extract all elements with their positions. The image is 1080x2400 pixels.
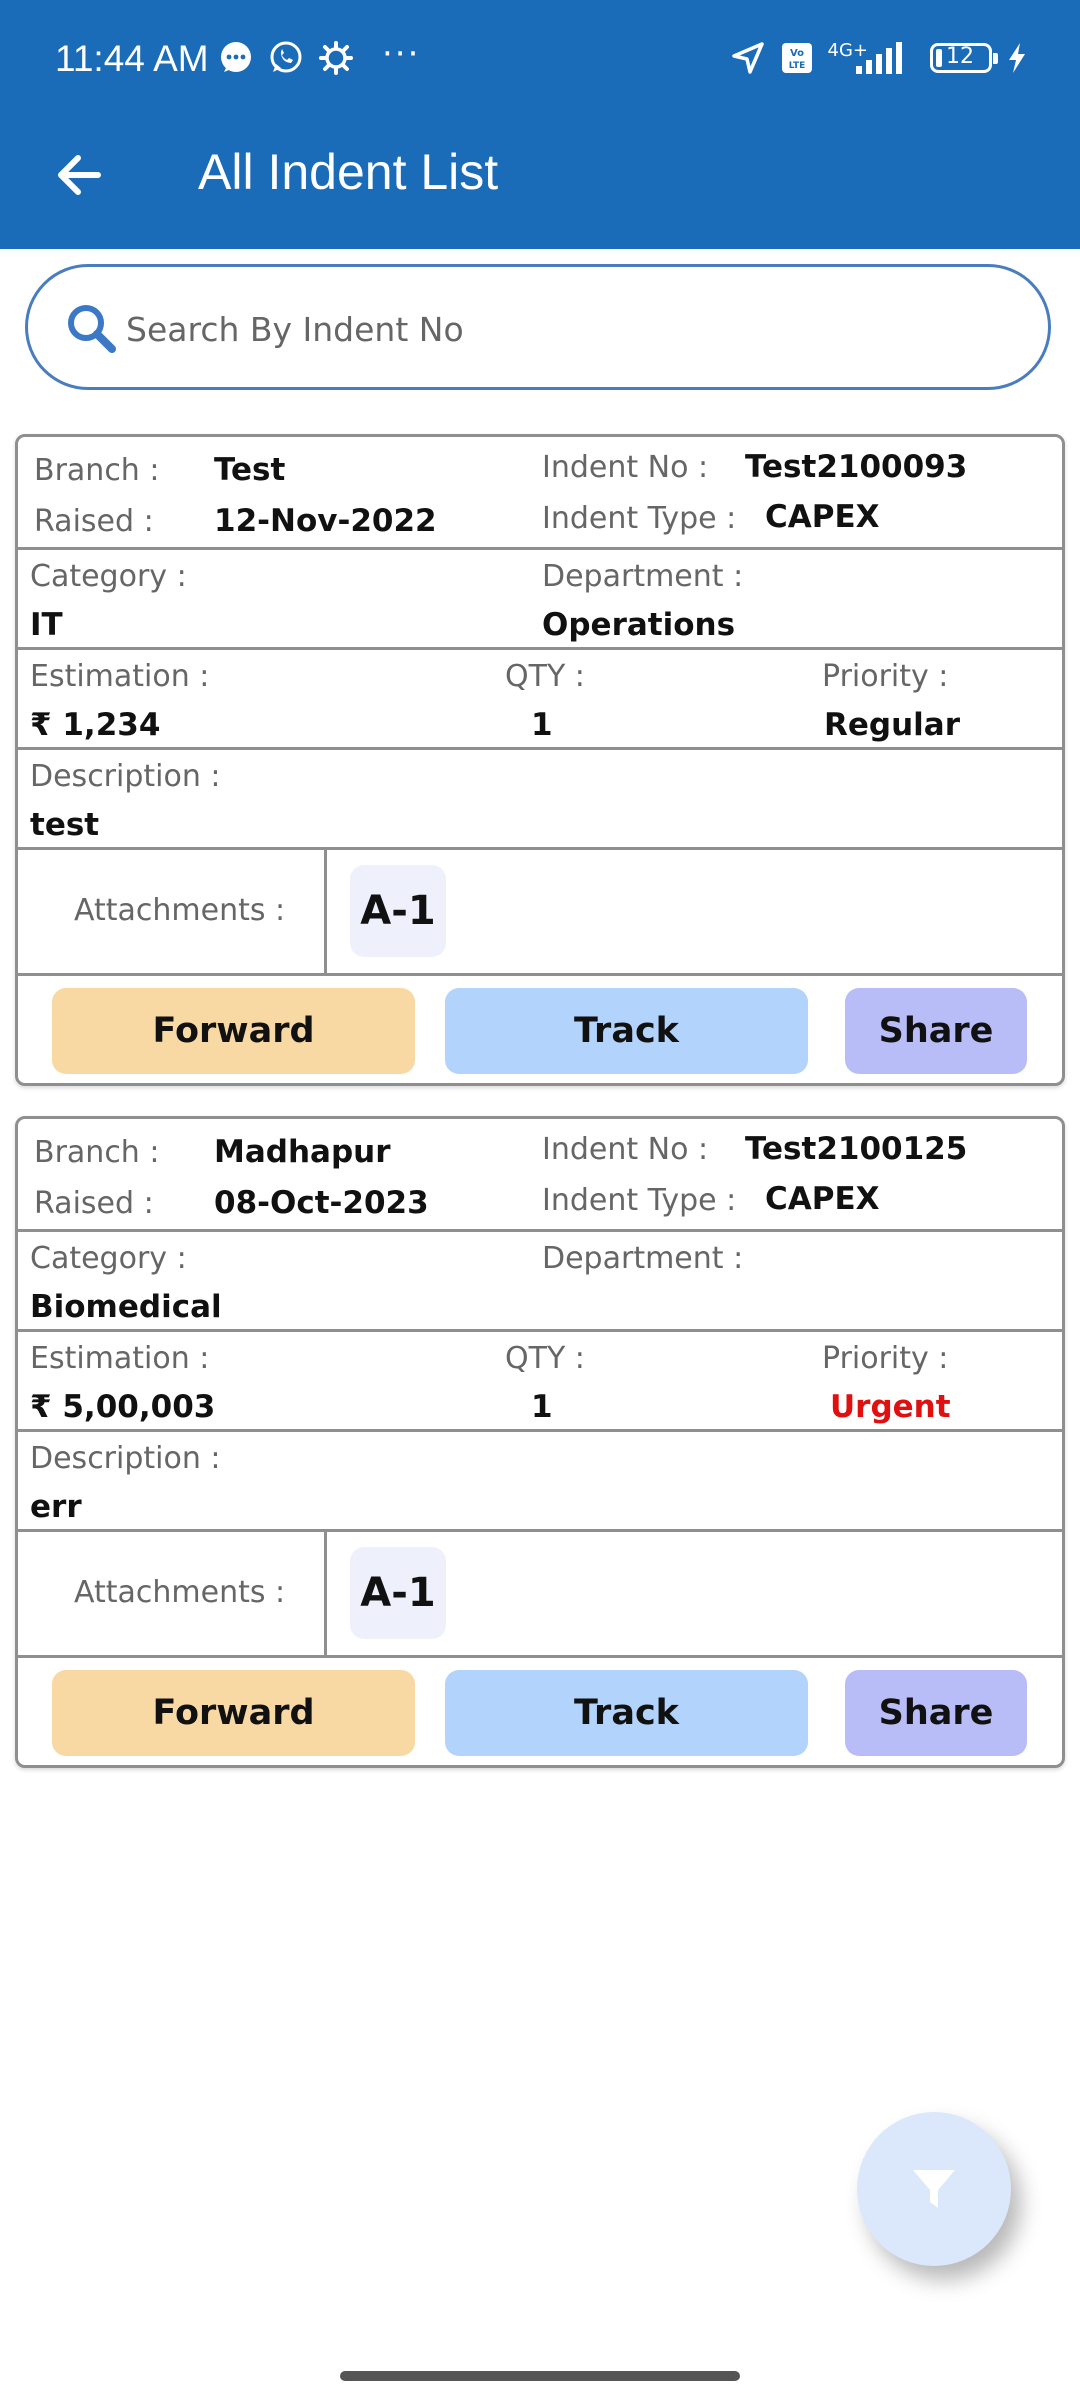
raised-label: Raised : bbox=[34, 1186, 154, 1221]
divider bbox=[18, 973, 1062, 976]
battery-level: 12 bbox=[946, 44, 974, 69]
category-label: Category : bbox=[30, 1241, 187, 1276]
divider bbox=[18, 1655, 1062, 1658]
priority-label: Priority : bbox=[822, 659, 949, 694]
qty-label: QTY : bbox=[505, 659, 585, 694]
divider bbox=[18, 647, 1062, 650]
indent-card: Branch : Test Indent No : Test2100093 Ra… bbox=[15, 434, 1065, 1086]
description-value: err bbox=[30, 1489, 82, 1525]
attachments-label: Attachments : bbox=[74, 893, 286, 928]
category-label: Category : bbox=[30, 559, 187, 594]
page-title: All Indent List bbox=[198, 144, 499, 200]
qty-label: QTY : bbox=[505, 1341, 585, 1376]
signal-icon bbox=[856, 42, 902, 74]
arrow-left-icon[interactable] bbox=[50, 145, 110, 205]
divider bbox=[18, 1529, 1062, 1532]
svg-text:LTE: LTE bbox=[788, 61, 805, 71]
volte-icon: Vo LTE bbox=[781, 43, 812, 73]
indent-type-label: Indent Type : bbox=[542, 1183, 737, 1218]
raised-value: 08-Oct-2023 bbox=[214, 1185, 429, 1221]
forward-button[interactable]: Forward bbox=[52, 988, 415, 1074]
message-icon bbox=[221, 42, 251, 72]
indent-type-value: CAPEX bbox=[765, 1181, 880, 1217]
raised-value: 12-Nov-2022 bbox=[214, 503, 437, 539]
category-value: IT bbox=[30, 607, 63, 643]
notification-icons: ··· bbox=[218, 34, 420, 76]
settings-icon bbox=[319, 41, 353, 75]
estimation-label: Estimation : bbox=[30, 1341, 210, 1376]
track-button[interactable]: Track bbox=[445, 1670, 808, 1756]
department-label: Department : bbox=[542, 1241, 744, 1276]
description-label: Description : bbox=[30, 759, 221, 794]
estimation-value: ₹ 5,00,003 bbox=[30, 1389, 216, 1425]
search-bar[interactable] bbox=[25, 264, 1051, 390]
raised-label: Raised : bbox=[34, 504, 154, 539]
indent-no-label: Indent No : bbox=[542, 1132, 709, 1167]
attachment-chip[interactable]: A-1 bbox=[350, 1547, 446, 1639]
indent-no-value: Test2100125 bbox=[745, 1131, 968, 1167]
status-time: 11:44 AM bbox=[55, 38, 209, 79]
share-button[interactable]: Share bbox=[845, 1670, 1027, 1756]
qty-value: 1 bbox=[531, 707, 553, 743]
estimation-value: ₹ 1,234 bbox=[30, 707, 161, 743]
description-value: test bbox=[30, 807, 100, 843]
location-icon bbox=[731, 42, 764, 74]
divider bbox=[18, 1429, 1062, 1432]
indent-card: Branch : Madhapur Indent No : Test210012… bbox=[15, 1116, 1065, 1768]
branch-label: Branch : bbox=[34, 1135, 160, 1170]
branch-value: Madhapur bbox=[214, 1134, 391, 1170]
filter-icon bbox=[913, 2170, 955, 2208]
system-icons: Vo LTE 4G+ 12 bbox=[730, 40, 1028, 76]
priority-label: Priority : bbox=[822, 1341, 949, 1376]
gesture-navigation-bar[interactable] bbox=[340, 2371, 740, 2381]
divider bbox=[18, 847, 1062, 850]
search-icon bbox=[68, 305, 116, 353]
divider bbox=[18, 547, 1062, 550]
divider bbox=[18, 1229, 1062, 1232]
indent-no-value: Test2100093 bbox=[745, 449, 968, 485]
divider bbox=[18, 747, 1062, 750]
battery-icon: 12 bbox=[930, 43, 998, 73]
status-bar: 11:44 AM ··· Vo LTE 4G+ 12 bbox=[0, 0, 1080, 126]
search-input[interactable] bbox=[124, 295, 1008, 363]
attachment-chip[interactable]: A-1 bbox=[350, 865, 446, 957]
priority-value: Urgent bbox=[830, 1389, 951, 1425]
app-bar: 11:44 AM ··· Vo LTE 4G+ 12 All Indent Lis… bbox=[0, 0, 1080, 249]
filter-button[interactable] bbox=[857, 2112, 1011, 2266]
category-value: Biomedical bbox=[30, 1289, 222, 1325]
track-button[interactable]: Track bbox=[445, 988, 808, 1074]
estimation-label: Estimation : bbox=[30, 659, 210, 694]
forward-button[interactable]: Forward bbox=[52, 1670, 415, 1756]
attachments-label: Attachments : bbox=[74, 1575, 286, 1610]
department-value: Operations bbox=[542, 607, 736, 643]
indent-no-label: Indent No : bbox=[542, 450, 709, 485]
indent-type-value: CAPEX bbox=[765, 499, 880, 535]
qty-value: 1 bbox=[531, 1389, 553, 1425]
description-label: Description : bbox=[30, 1441, 221, 1476]
svg-text:Vo: Vo bbox=[789, 48, 803, 59]
more-notifications-icon: ··· bbox=[382, 34, 421, 74]
charging-icon bbox=[1009, 43, 1025, 73]
department-label: Department : bbox=[542, 559, 744, 594]
branch-value: Test bbox=[214, 452, 286, 488]
share-button[interactable]: Share bbox=[845, 988, 1027, 1074]
indent-type-label: Indent Type : bbox=[542, 501, 737, 536]
divider bbox=[18, 1329, 1062, 1332]
priority-value: Regular bbox=[824, 707, 960, 743]
divider bbox=[324, 1529, 327, 1655]
branch-label: Branch : bbox=[34, 453, 160, 488]
divider bbox=[324, 847, 327, 973]
whatsapp-icon bbox=[270, 41, 302, 73]
